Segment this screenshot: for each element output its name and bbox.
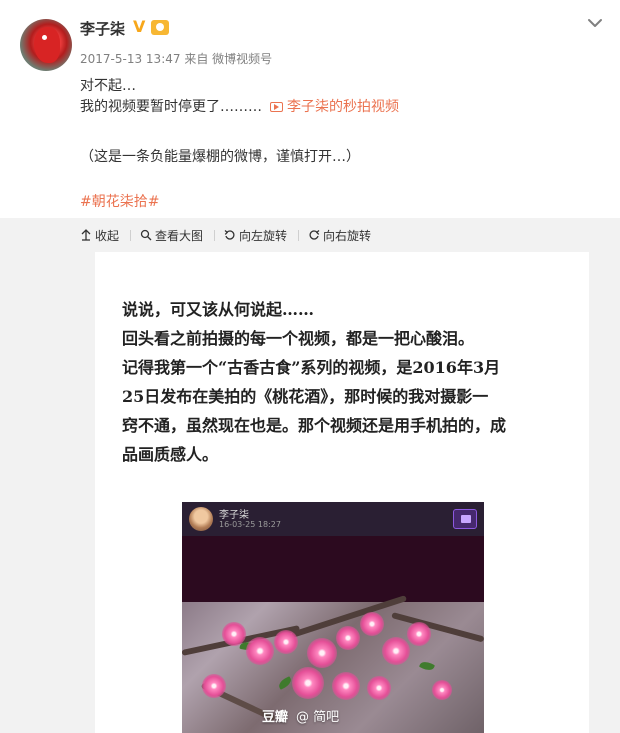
image-article-text: 说说，可又该从何说起…… 回头看之前拍摄的每一个视频，都是一把心酸泪。 记得我第… — [122, 295, 577, 469]
article-line: 25日发布在美拍的《桃花酒》，那时候的我对摄影一 — [122, 387, 489, 406]
toolbar-divider — [298, 229, 300, 241]
rotate-right-icon — [309, 230, 320, 240]
embedded-dark-area — [182, 536, 484, 602]
chevron-down-icon[interactable] — [585, 13, 605, 33]
post-text-line-3: （这是一条负能量爆棚的微博，谨慎打开…） — [80, 149, 360, 165]
embedded-date: 16-03-25 18:27 — [219, 520, 281, 529]
article-line: 说说，可又该从何说起…… — [122, 300, 315, 319]
post-meta: 2017-5-13 13:47 来自 微博视频号 — [80, 52, 273, 66]
arrow-up-icon — [81, 229, 91, 241]
post-text-line-1: 对不起… — [80, 78, 136, 94]
verified-badge-icon: V — [133, 17, 146, 36]
collapse-button[interactable]: 收起 — [80, 227, 119, 244]
article-line: 窍不通，虽然现在也是。那个视频还是用手机拍的，成 — [122, 416, 507, 435]
hashtag-link[interactable]: #朝花柒拾# — [80, 191, 159, 211]
fan-badge-icon — [151, 20, 169, 35]
weibo-post: 李子柒 V 2017-5-13 13:47 来自 微博视频号 对不起… 我的视频… — [0, 0, 620, 218]
watermark-douban: 豆瓣 — [262, 710, 289, 725]
image-watermark: 豆瓣 @ 简吧 — [262, 706, 339, 725]
post-text: 我的视频要暂时停更了……… — [80, 99, 262, 115]
embedded-screenshot: 李子柒 16-03-25 18:27 豆瓣 @ 简吧 — [182, 502, 484, 733]
gift-icon — [453, 509, 477, 529]
view-large-button[interactable]: 查看大图 — [140, 227, 203, 244]
article-line: 品画质感人。 — [122, 445, 219, 464]
toolbar-divider — [214, 229, 216, 241]
rotate-right-button[interactable]: 向右旋转 — [308, 227, 371, 244]
article-line: 记得我第一个“古香古食”系列的视频，是2016年3月 — [122, 358, 501, 377]
embedded-avatar — [189, 507, 213, 531]
video-icon — [270, 102, 283, 112]
post-image[interactable]: 说说，可又该从何说起…… 回头看之前拍摄的每一个视频，都是一把心酸泪。 记得我第… — [95, 252, 589, 733]
video-link[interactable]: 李子柒的秒拍视频 — [287, 99, 399, 115]
username[interactable]: 李子柒 — [80, 18, 125, 39]
watermark-source: @ 简吧 — [296, 710, 340, 725]
article-line: 回头看之前拍摄的每一个视频，都是一把心酸泪。 — [122, 329, 475, 348]
post-text-line-2: 我的视频要暂时停更了……… 李子柒的秒拍视频 — [80, 96, 399, 116]
rotate-right-label: 向右旋转 — [323, 228, 372, 243]
image-toolbar: 收起 查看大图 向左旋转 向右旋转 — [80, 226, 371, 244]
collapse-label: 收起 — [95, 228, 120, 243]
view-large-label: 查看大图 — [155, 228, 204, 243]
rotate-left-button[interactable]: 向左旋转 — [224, 227, 287, 244]
toolbar-divider — [130, 229, 132, 241]
magnifier-icon — [140, 229, 152, 241]
embedded-header: 李子柒 16-03-25 18:27 — [182, 502, 484, 536]
image-panel: 收起 查看大图 向左旋转 向右旋转 说说，可又该从何说起…… 回头看之前拍摄的每… — [0, 218, 620, 733]
rotate-left-icon — [224, 230, 235, 240]
peach-blossom-photo: 豆瓣 @ 简吧 — [182, 595, 484, 733]
avatar[interactable] — [20, 19, 72, 71]
rotate-left-label: 向左旋转 — [239, 228, 288, 243]
embedded-username: 李子柒 — [219, 510, 249, 521]
